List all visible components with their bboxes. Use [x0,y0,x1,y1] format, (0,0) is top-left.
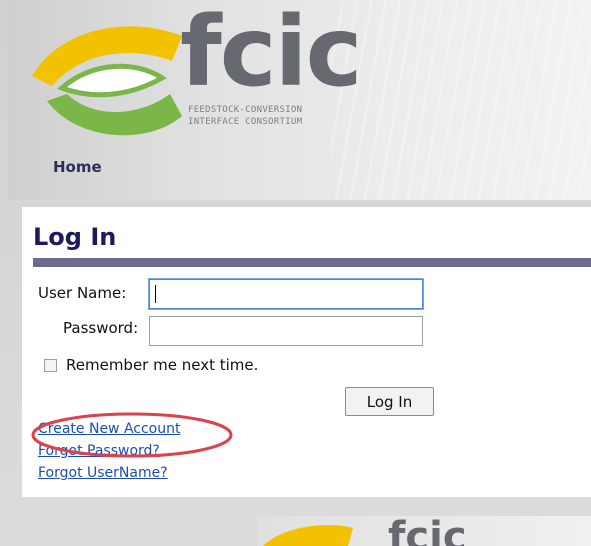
login-panel: Log In User Name: Password: Remember me … [22,207,591,497]
remember-me-checkbox[interactable] [44,359,57,372]
tagline-line-1: FEEDSTOCK-CONVERSION [188,105,303,115]
brand-tagline: FEEDSTOCK-CONVERSION INTERFACE CONSORTIU… [188,104,302,128]
tagline-line-2: INTERFACE CONSORTIUM [188,117,303,127]
nav-home-link[interactable]: Home [53,158,102,176]
login-title: Log In [33,223,117,251]
remember-me-label[interactable]: Remember me next time. [66,356,258,374]
text-cursor [155,285,156,303]
password-input[interactable] [149,316,423,346]
username-input[interactable] [149,279,423,309]
fcic-logo-partial-icon: fcic [263,516,467,546]
username-label: User Name: [38,284,127,302]
forgot-password-link[interactable]: Forgot Password? [38,443,160,459]
forgot-username-link[interactable]: Forgot UserName? [38,465,168,481]
partial-logo-repeat: fcic [258,516,591,546]
password-label: Password: [63,319,139,337]
header-decoration [331,0,591,200]
title-divider [33,258,591,267]
svg-text:fcic: fcic [388,516,467,546]
create-account-link[interactable]: Create New Account [38,421,180,437]
login-button[interactable]: Log In [345,387,434,416]
site-header: fcic FEEDSTOCK-CONVERSION INTERFACE CONS… [8,0,591,200]
brand-wordmark: fcic [180,0,362,108]
